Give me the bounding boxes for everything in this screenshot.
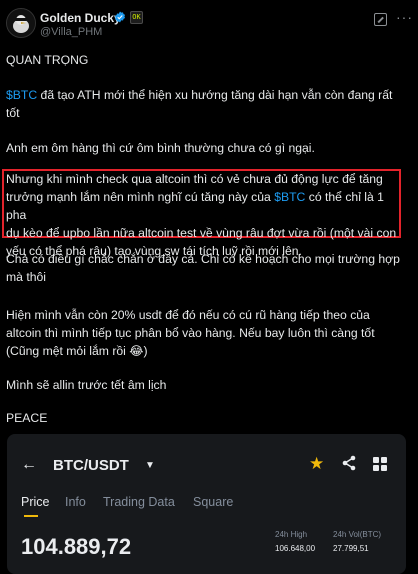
volume-label: 24h Vol(BTC): [333, 530, 382, 539]
tab-info: Info: [65, 495, 86, 509]
tweet-paragraph-5: Chả có điều gì chắc chắn ở đây cả. Chỉ c…: [6, 250, 401, 286]
tweet-text: altcoin thì mình tiếp tục phân bổ vào hà…: [6, 326, 375, 340]
attached-image[interactable]: ← BTC/USDT ▼ ★ Price Info Trading Data S…: [7, 434, 406, 574]
tweet-text: đã tạo ATH mới thể hiện xu hướng tăng dà…: [37, 88, 393, 102]
tab-square: Square: [193, 495, 234, 509]
more-options-icon[interactable]: ···: [396, 10, 413, 24]
star-icon: ★: [309, 454, 325, 473]
affiliate-badge[interactable]: OK: [130, 11, 143, 24]
tab-trading-data: Trading Data: [103, 495, 175, 509]
tweet-text: (Cũng mệt mỏi lắm rồi 😂): [6, 344, 148, 358]
grok-icon[interactable]: [374, 13, 387, 26]
tweet-paragraph-4: Nhưng khi mình check qua altcoin thì có …: [6, 170, 401, 260]
tweet-paragraph-8: PEACE: [6, 411, 48, 425]
display-name[interactable]: Golden Ducky: [40, 11, 121, 25]
tweet-text: dụ kèo để upbo lần nữa altcoin test về v…: [6, 226, 397, 240]
tweet-text: trưởng mạnh lắm nên mình nghĩ cú tăng nà…: [6, 190, 275, 204]
back-arrow-icon: ←: [21, 456, 37, 473]
tweet-header: Golden Ducky OK @Villa_PHM ···: [0, 0, 418, 44]
last-price: 104.889,72: [21, 534, 132, 559]
high-label: 24h High: [275, 530, 308, 539]
volume-value: 27.799,51: [333, 544, 369, 553]
tweet-paragraph-7: Mình sẽ allin trước tết âm lịch: [6, 378, 167, 392]
user-handle[interactable]: @Villa_PHM: [40, 26, 102, 38]
tweet-paragraph-2: $BTC đã tạo ATH mới thể hiện xu hướng tă…: [6, 86, 401, 122]
trading-pair: BTC/USDT: [53, 457, 129, 474]
tab-price: Price: [21, 495, 50, 509]
btc-cashtag-link[interactable]: $BTC: [6, 88, 37, 102]
grid-icon: [373, 457, 387, 471]
tweet-text: mà thôi: [6, 270, 46, 284]
duck-avatar-icon: [7, 9, 35, 37]
tweet-paragraph-3: Anh em ôm hàng thì cứ ôm bình thường chư…: [6, 141, 315, 155]
tweet-text: Nhưng khi mình check qua altcoin thì có …: [6, 172, 383, 186]
btc-cashtag-link[interactable]: $BTC: [274, 190, 305, 204]
active-tab-indicator: [24, 515, 38, 517]
tweet-paragraph-6: Hiện mình vẫn còn 20% usdt để đó nếu có …: [6, 306, 401, 360]
tweet-text: tốt: [6, 106, 20, 120]
verified-badge-icon: [114, 11, 126, 23]
tweet-text: Hiện mình vẫn còn 20% usdt để đó nếu có …: [6, 308, 370, 322]
avatar[interactable]: [6, 8, 36, 38]
chevron-down-icon: ▼: [145, 460, 155, 471]
tweet-text: Chả có điều gì chắc chắn ở đây cả. Chỉ c…: [6, 252, 400, 266]
tweet-paragraph-1: QUAN TRỌNG: [6, 53, 89, 67]
high-value: 106.648,00: [275, 544, 316, 553]
share-icon: [342, 455, 356, 471]
